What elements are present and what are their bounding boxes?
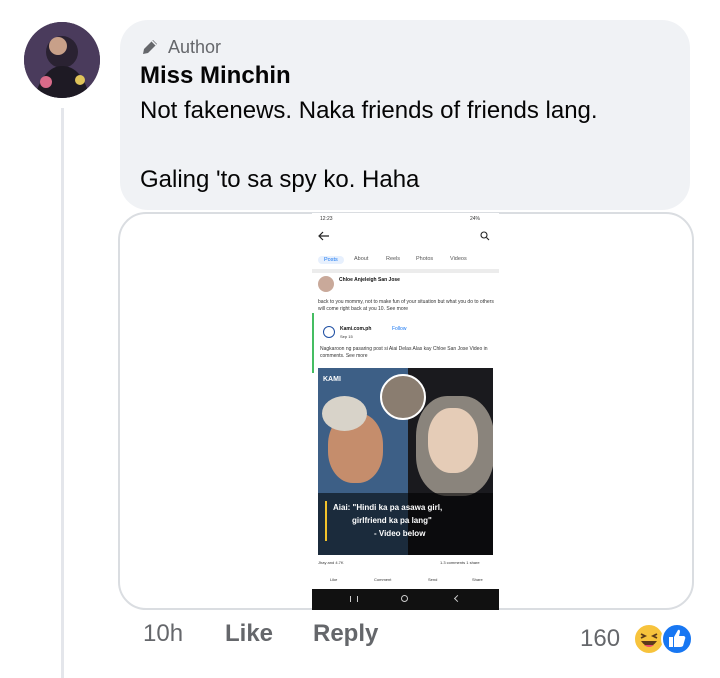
post-share: Share xyxy=(472,577,483,582)
comment-time: 10h xyxy=(143,620,184,647)
comment-text-line1: Not fakenews. Naka friends of friends la… xyxy=(140,97,598,124)
tab-reels: Reels xyxy=(386,256,401,262)
shared-date: Sep 15 xyxy=(340,334,353,339)
android-nav-bar xyxy=(312,589,499,610)
caption-line1: Aiai: "Hindi ka pa asawa girl, xyxy=(333,503,443,512)
author-badge-label: Author xyxy=(168,36,222,57)
reply-button[interactable]: Reply xyxy=(313,620,378,648)
post-like: Like xyxy=(330,577,338,582)
post-reactions: Jhay and 4.7K xyxy=(318,560,344,565)
shared-page-name: Kami.com.ph xyxy=(340,326,372,332)
kami-logo xyxy=(323,326,335,338)
share-bar xyxy=(312,313,314,373)
poster-avatar xyxy=(318,276,334,292)
like-button[interactable]: Like xyxy=(225,620,273,648)
status-time: 12:23 xyxy=(320,216,333,222)
post-comment: Comment xyxy=(374,577,392,582)
comment-text-line2: Galing 'to sa spy ko. Haha xyxy=(140,166,420,193)
tab-about: About xyxy=(354,256,369,262)
shared-text: Nagkaroon ng pasaring post si Aiai Delas… xyxy=(320,346,488,359)
brand-label: KAMI xyxy=(323,376,341,383)
commenter-name[interactable]: Miss Minchin xyxy=(140,62,291,90)
thread-line xyxy=(61,108,64,678)
tab-videos: Videos xyxy=(450,256,467,262)
caption-line2: girlfriend ka pa lang" xyxy=(352,516,432,525)
post-text: back to you mommy, not to make fun of yo… xyxy=(318,299,494,312)
follow-link: Follow xyxy=(392,326,407,332)
poster-name: Chloe Anjeleigh San Jose xyxy=(339,277,400,283)
search-icon xyxy=(480,231,490,241)
status-battery: 24% xyxy=(470,216,481,222)
author-badge: Author xyxy=(140,36,221,58)
reaction-count[interactable]: 160 xyxy=(580,625,620,653)
attached-screenshot[interactable]: 12:23 24% Posts About Reels Photos Video… xyxy=(312,213,499,610)
post-send: Send xyxy=(428,577,438,582)
avatar[interactable] xyxy=(24,22,100,98)
tab-photos: Photos xyxy=(416,256,434,262)
post-image: KAMI Aiai: "Hindi ka pa asawa girl, girl… xyxy=(318,368,493,555)
post-comments-shares: 1.3 comments 1 share xyxy=(440,560,480,565)
like-reaction-icon xyxy=(661,623,693,655)
back-arrow-icon xyxy=(318,231,329,241)
pen-icon xyxy=(143,40,157,54)
caption-line3: - Video below xyxy=(374,529,426,538)
tab-posts: Posts xyxy=(318,256,344,264)
divider xyxy=(312,269,499,273)
